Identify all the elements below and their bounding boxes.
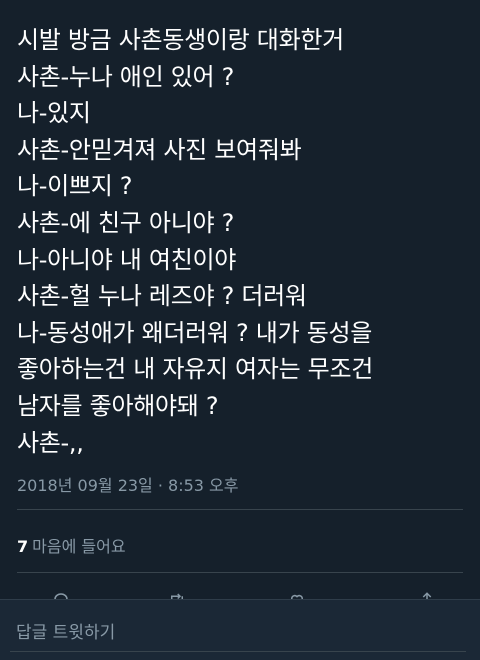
tweet-line: 시발 방금 사촌동생이랑 대화한거 (17, 26, 344, 54)
tweet-line: 나-이쁘지 ? (17, 172, 133, 201)
reply-placeholder: 답글 트윗하기 (16, 623, 116, 643)
likes-count[interactable]: 7 마음에 들어요 (17, 533, 126, 557)
tweet-line: 사촌-에 친구 아니야 ? (17, 208, 235, 237)
likes-label: 마음에 들어요 (32, 537, 126, 556)
tweet-line: 남자를 좋아해야돼 ? (17, 391, 219, 420)
tweet-line: 사촌-안믿겨져 사진 보여줘봐 (17, 135, 302, 164)
tweet-line: 사촌-,, (17, 428, 84, 457)
tweet-line: 나-있지 (17, 99, 91, 128)
reply-input[interactable]: 답글 트윗하기 (10, 610, 470, 648)
tweet-line: 좋아하는건 내 자유지 여자는 무조건 (17, 355, 374, 384)
tweet-line: 사촌-헐 누나 레즈야 ? 더러워 (17, 282, 307, 311)
tweet-timestamp[interactable]: 2018년 09월 23일 · 8:53 오후 (17, 472, 238, 496)
tweet-text: 시발 방금 사촌동생이랑 대화한거 사촌-누나 애인 있어 ? 나-있지 사촌-… (17, 22, 467, 461)
divider (17, 572, 463, 573)
tweet-line: 나-동성애가 왜더러워 ? 내가 동성을 (17, 318, 373, 347)
reply-bar: 답글 트윗하기 (0, 599, 480, 660)
likes-number: 7 (17, 537, 29, 556)
divider (17, 509, 463, 510)
tweet-line: 사촌-누나 애인 있어 ? (17, 62, 235, 91)
tweet-line: 나-아니야 내 여친이야 (17, 245, 237, 274)
reply-input-underline (10, 651, 466, 652)
